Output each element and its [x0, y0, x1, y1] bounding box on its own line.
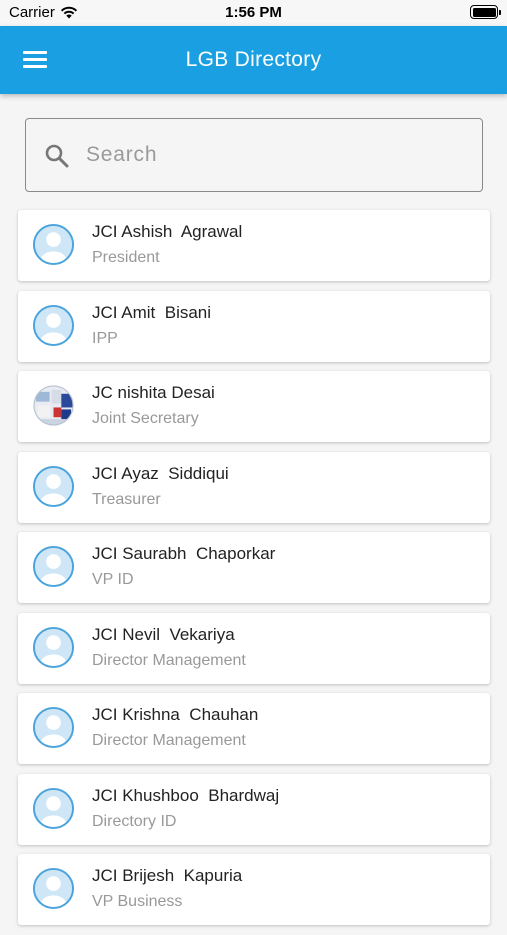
member-name: JCI Brijesh Kapuria — [92, 866, 243, 885]
search-icon — [45, 144, 69, 168]
avatar-icon — [32, 465, 75, 507]
member-name: JCI Saurabh Chaporkar — [92, 544, 276, 563]
member-name: JCI Ayaz Siddiqui — [92, 463, 229, 483]
member-name: JCI Khushboo Bhardwaj — [92, 785, 280, 805]
member-role: VP ID — [92, 571, 134, 588]
member-name: JCI Nevil Vekariya — [92, 624, 235, 644]
member-name: JCI Ashish Agrawal — [92, 222, 243, 241]
search-box[interactable] — [25, 118, 483, 192]
member-role: Directory ID — [92, 812, 177, 830]
avatar-icon — [32, 706, 75, 749]
list-item[interactable]: JCI Khushboo Bhardwaj Directory ID — [18, 773, 490, 845]
app-bar: LGB Directory — [0, 26, 507, 94]
list-item[interactable]: JCI Krishna Chauhan Director Management — [18, 693, 490, 764]
page-title: LGB Directory — [185, 48, 322, 71]
list-item[interactable]: JCI Nevil Vekariya Director Management — [18, 612, 490, 684]
avatar-icon — [32, 867, 75, 910]
member-name: JCI Amit Bisani — [92, 302, 212, 322]
member-role: Treasurer — [92, 490, 161, 508]
member-role: Director Management — [92, 651, 246, 669]
member-name: JCI Krishna Chauhan — [92, 705, 259, 724]
avatar-icon — [32, 545, 75, 588]
list-item[interactable]: JCI Amit Bisani IPP — [18, 290, 490, 362]
avatar-icon — [32, 626, 75, 668]
member-list: JCI Ashish Agrawal President JCI Amit Bi… — [18, 210, 490, 935]
list-item[interactable]: JCI Ashish Agrawal President — [18, 210, 490, 281]
member-role: IPP — [92, 329, 118, 347]
status-bar: Carrier 1:56 PM — [0, 0, 507, 26]
member-name: JC nishita Desai — [92, 383, 215, 402]
avatar-icon — [32, 304, 75, 346]
member-role: Joint Secretary — [92, 410, 199, 427]
search-input[interactable] — [84, 133, 464, 177]
avatar-icon — [32, 223, 75, 266]
member-role: President — [92, 249, 160, 266]
list-item[interactable]: JCI Saurabh Chaporkar VP ID — [18, 532, 490, 603]
member-role: Director Management — [92, 732, 246, 749]
avatar-icon — [32, 787, 75, 829]
list-item[interactable]: JC nishita Desai Joint Secretary — [18, 371, 490, 442]
status-time: 1:56 PM — [225, 4, 282, 21]
list-item[interactable]: JCI Brijesh Kapuria VP Business — [18, 854, 490, 925]
list-item[interactable]: JCI Ayaz Siddiqui Treasurer — [18, 451, 490, 523]
battery-icon — [470, 5, 501, 19]
avatar-photo — [33, 385, 74, 426]
member-role: VP Business — [92, 893, 183, 910]
